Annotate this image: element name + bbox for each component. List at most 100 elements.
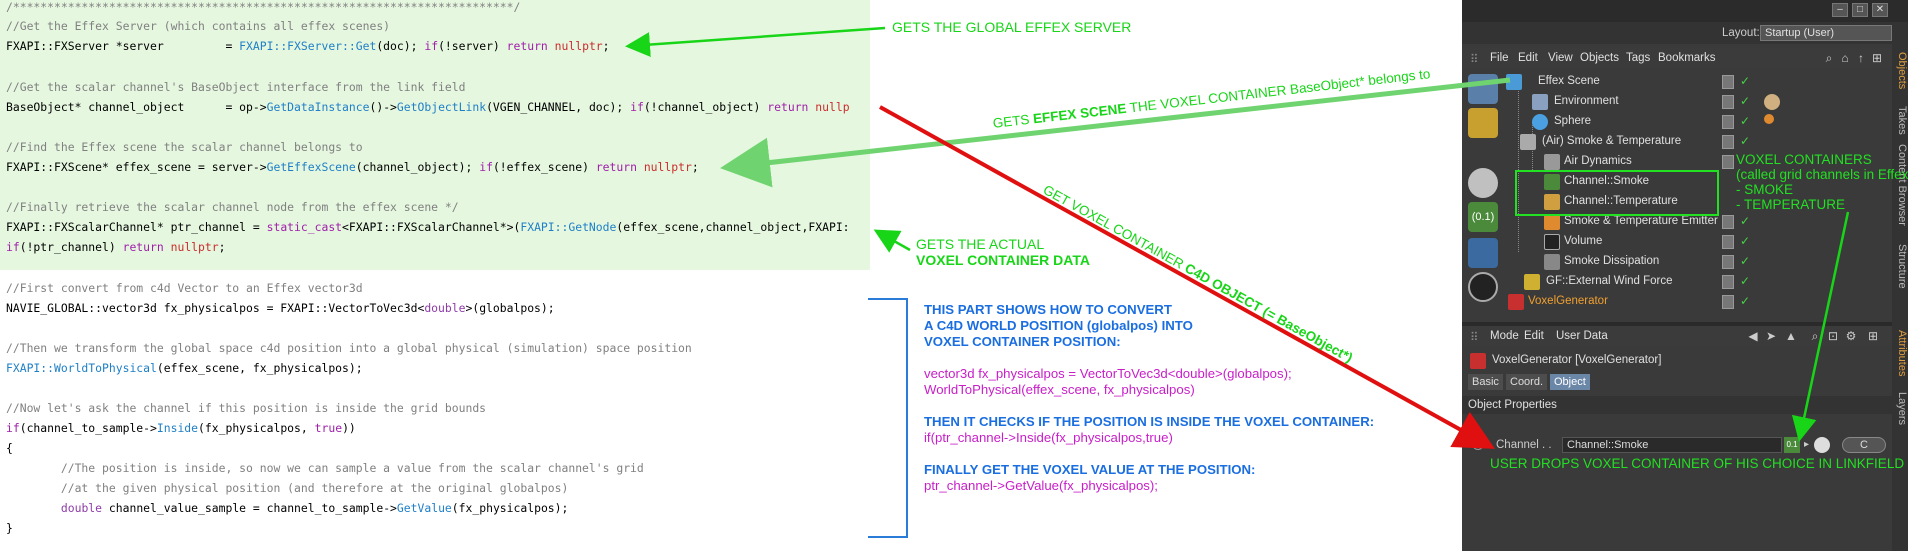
layout-bar: Layout: Startup (User) [1462, 22, 1908, 44]
tree-item-air-smoke[interactable]: (Air) Smoke & Temperature ✓ [1462, 132, 1892, 152]
tree-item-label: Smoke & Temperature Emitter [1564, 215, 1718, 227]
channel-label: Channel . . [1496, 439, 1552, 451]
menu-tags[interactable]: Tags [1626, 52, 1650, 64]
search-icon[interactable]: ⌕ [1808, 329, 1822, 343]
code-line-brace-open: { [6, 441, 13, 455]
explain-text: A C4D WORLD POSITION (globalpos) INTO [924, 318, 1193, 333]
clear-link-button[interactable]: C [1842, 437, 1886, 453]
editor-visibility-toggle[interactable] [1722, 95, 1734, 109]
dissipation-icon [1544, 254, 1560, 270]
arrow-to-ptr-channel [873, 229, 911, 253]
minimize-icon[interactable]: – [1832, 3, 1848, 17]
tree-item-label: Sphere [1554, 115, 1592, 127]
side-tab-structure[interactable]: Structure [1892, 244, 1908, 289]
pick-icon[interactable] [1814, 437, 1830, 453]
editor-visibility-toggle[interactable] [1722, 275, 1734, 289]
menu-bookmarks[interactable]: Bookmarks [1658, 52, 1716, 64]
dropdown-arrow-icon[interactable]: ▸ [1804, 439, 1809, 450]
check-icon[interactable]: ✓ [1740, 74, 1750, 88]
attribute-title-row: VoxelGenerator [VoxelGenerator] [1462, 350, 1892, 372]
editor-visibility-toggle[interactable] [1722, 215, 1734, 229]
check-icon[interactable]: ✓ [1740, 94, 1750, 108]
menu-objects[interactable]: Objects [1580, 52, 1619, 64]
back-arrow-icon[interactable]: ◀ [1746, 329, 1760, 343]
code-comment-line: //Finally retrieve the scalar channel no… [6, 200, 459, 214]
code-line-effex-scene: FXAPI::FXScene* effex_scene = server->Ge… [6, 160, 699, 174]
menu-file[interactable]: File [1490, 52, 1509, 64]
editor-visibility-toggle[interactable] [1722, 295, 1734, 309]
tree-item-effex-scene[interactable]: Effex Scene ✓ [1462, 72, 1892, 92]
tree-item-dissipation[interactable]: Smoke Dissipation ✓ [1462, 252, 1892, 272]
tag-icon[interactable] [1764, 114, 1774, 124]
check-icon[interactable]: ✓ [1740, 214, 1750, 228]
explain-text: THEN IT CHECKS IF THE POSITION IS INSIDE… [924, 414, 1375, 429]
explanation-bracket [868, 298, 908, 538]
note-line: VOXEL CONTAINERS [1736, 152, 1872, 167]
menu-attr-edit[interactable]: Edit [1524, 330, 1544, 342]
arrow-up-icon[interactable]: ↑ [1854, 51, 1868, 65]
check-icon[interactable]: ✓ [1740, 114, 1750, 128]
menu-edit[interactable]: Edit [1518, 52, 1538, 64]
tree-item-wind-force[interactable]: GF::External Wind Force ✓ [1462, 272, 1892, 292]
code-comment-line: /***************************************… [6, 0, 521, 14]
check-icon[interactable]: ✓ [1740, 254, 1750, 268]
check-icon[interactable]: ✓ [1740, 294, 1750, 308]
menu-user-data[interactable]: User Data [1556, 330, 1608, 342]
editor-visibility-toggle[interactable] [1722, 135, 1734, 149]
side-tab-takes[interactable]: Takes [1892, 106, 1908, 135]
animate-toggle-icon[interactable] [1472, 438, 1484, 450]
note-gets-actual: GETS THE ACTUAL [916, 236, 1045, 252]
sphere-icon [1532, 114, 1548, 130]
up-arrow-icon[interactable]: ▲ [1784, 329, 1798, 343]
material-tag-icon[interactable] [1764, 94, 1780, 110]
tree-item-environment[interactable]: Environment ✓ [1462, 92, 1892, 112]
channel-link-field[interactable]: Channel::Smoke [1562, 437, 1782, 453]
code-comment-line: //The position is inside, so now we can … [6, 461, 644, 475]
tree-item-label: Volume [1564, 235, 1603, 247]
note-line: - SMOKE [1736, 182, 1794, 197]
code-line-brace-close: } [6, 521, 13, 535]
lock-icon[interactable]: ⊡ [1826, 329, 1840, 343]
code-comment-line: //Get the Effex Server (which contains a… [6, 19, 391, 33]
check-icon[interactable]: ✓ [1740, 234, 1750, 248]
tab-basic[interactable]: Basic [1468, 374, 1503, 390]
new-window-icon[interactable]: ⊞ [1866, 329, 1880, 343]
code-line-server: FXAPI::FXServer *server = FXAPI::FXServe… [6, 39, 610, 53]
tree-item-volume[interactable]: Volume ✓ [1462, 232, 1892, 252]
tab-coord[interactable]: Coord. [1506, 374, 1548, 390]
note-user-drops: USER DROPS VOXEL CONTAINER OF HIS CHOICE… [1490, 456, 1905, 471]
menu-mode[interactable]: Mode [1490, 330, 1519, 342]
check-icon[interactable]: ✓ [1740, 134, 1750, 148]
editor-visibility-toggle[interactable] [1722, 155, 1734, 169]
maximize-icon[interactable]: □ [1852, 3, 1868, 17]
home-icon[interactable]: ⌂ [1838, 51, 1852, 65]
side-tab-attributes[interactable]: Attributes [1892, 330, 1908, 376]
tree-item-sphere[interactable]: Sphere ✓ [1462, 112, 1892, 132]
side-tab-layers[interactable]: Layers [1892, 392, 1908, 425]
editor-visibility-toggle[interactable] [1722, 115, 1734, 129]
cursor-icon[interactable]: ➤ [1764, 329, 1778, 343]
code-comment-line: //Find the Effex scene the scalar channe… [6, 140, 363, 154]
attribute-manager-menubar: ⠿ Mode Edit User Data ◀ ➤ ▲ ⌕ ⊡ ⚙ ⊞ [1462, 326, 1892, 346]
editor-visibility-toggle[interactable] [1722, 235, 1734, 249]
editor-visibility-toggle[interactable] [1722, 255, 1734, 269]
check-icon[interactable]: ✓ [1740, 274, 1750, 288]
gear-icon[interactable]: ⚙ [1844, 329, 1858, 343]
attribute-title: VoxelGenerator [VoxelGenerator] [1492, 354, 1662, 366]
side-tab-objects[interactable]: Objects [1892, 52, 1908, 89]
channel-badge: 0.1 [1784, 437, 1800, 453]
close-icon[interactable]: ✕ [1872, 3, 1888, 17]
dynamics-icon [1544, 154, 1560, 170]
tree-item-voxel-generator[interactable]: VoxelGenerator ✓ [1462, 292, 1892, 312]
layout-select[interactable]: Startup (User) [1760, 25, 1892, 41]
channel-link-row: Channel . . Channel::Smoke 0.1 ▸ C [1462, 434, 1892, 456]
section-title: Object Properties [1468, 399, 1557, 411]
search-icon[interactable]: ⌕ [1822, 51, 1836, 65]
menu-view[interactable]: View [1548, 52, 1573, 64]
tab-object[interactable]: Object [1550, 374, 1590, 390]
note-effex-scene: GETS EFFEX SCENE THE VOXEL CONTAINER Bas… [992, 66, 1432, 131]
object-manager-menubar: ⠿ File Edit View Objects Tags Bookmarks … [1462, 48, 1892, 68]
new-window-icon[interactable]: ⊞ [1870, 51, 1884, 65]
code-line-ptr-check: if(!ptr_channel) return nullptr; [6, 240, 226, 254]
code-editor-pane: /***************************************… [0, 0, 870, 551]
